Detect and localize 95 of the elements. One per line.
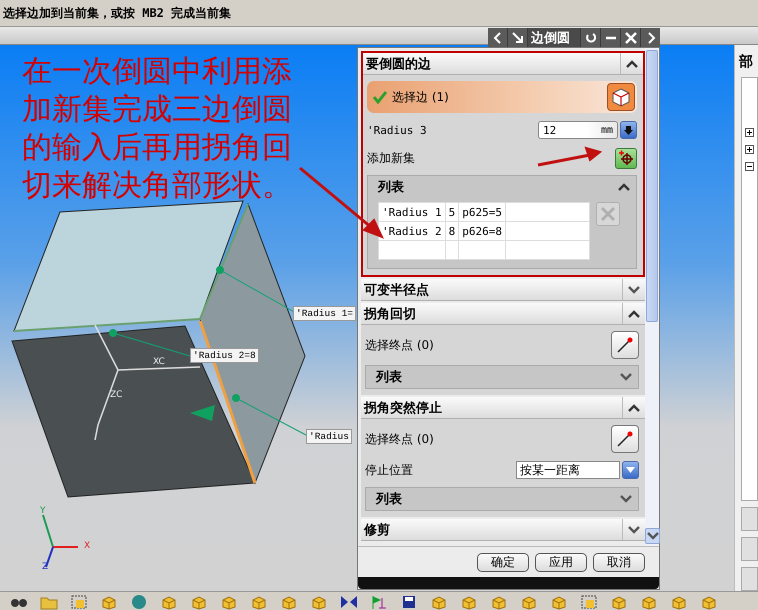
axis-label: ZC xyxy=(110,390,122,400)
diagonal-arrow-icon xyxy=(512,32,524,44)
section-header[interactable]: 拐角突然停止 xyxy=(361,397,645,419)
section-header[interactable]: 修剪 xyxy=(361,519,645,541)
cube-icon[interactable] xyxy=(460,594,478,610)
annotation-text: 在一次倒圆中利用添加新集完成三边倒圆的输入后再用拐角回切来解决角部形状。 xyxy=(22,53,293,205)
box-icon[interactable] xyxy=(580,594,598,610)
cube-icon[interactable] xyxy=(640,594,658,610)
select-edge-row[interactable]: 选择边 (1) xyxy=(367,81,637,113)
table-cell: 5 xyxy=(445,202,459,222)
axis-label: XC xyxy=(153,357,165,367)
section-header[interactable]: 拐角回切 xyxy=(361,303,645,325)
dropdown-button[interactable] xyxy=(622,461,639,479)
radius-callout: 'Radius xyxy=(306,429,352,444)
collapse-icon[interactable] xyxy=(745,162,754,171)
axis-label: Y xyxy=(40,506,46,516)
dialog-button[interactable]: 确定 xyxy=(477,552,529,572)
list-title: 列表 xyxy=(378,179,404,196)
line-point-icon xyxy=(615,429,635,449)
leader-line xyxy=(236,398,306,436)
panel-title: 部 xyxy=(738,53,754,71)
section-header[interactable]: 可变半径点 xyxy=(361,279,645,301)
forward-button[interactable] xyxy=(641,28,660,47)
cube-icon[interactable] xyxy=(670,594,688,610)
mirror-icon[interactable] xyxy=(340,594,358,610)
section-header[interactable]: 要倒圆的边 xyxy=(363,53,643,75)
axis-label: X xyxy=(84,541,90,551)
radius-label: 'Radius 3 xyxy=(367,124,427,136)
dialog-title: 边倒圆 xyxy=(528,28,580,47)
radius-callout: 'Radius 1= xyxy=(293,306,356,321)
expand-icon[interactable] xyxy=(628,286,640,294)
close-button[interactable] xyxy=(621,28,640,47)
cube-icon xyxy=(611,87,631,107)
expand-icon[interactable] xyxy=(745,145,754,154)
list-title: 列表 xyxy=(376,491,402,508)
cube-icon[interactable] xyxy=(550,594,568,610)
collapse-icon[interactable] xyxy=(628,404,640,412)
cube-icon[interactable] xyxy=(160,594,178,610)
reset-icon xyxy=(584,32,596,44)
table-cell: 8 xyxy=(445,222,459,240)
cube-icon[interactable] xyxy=(310,594,328,610)
cube-icon[interactable] xyxy=(490,594,508,610)
minimize-button[interactable] xyxy=(601,28,620,47)
reset-button[interactable] xyxy=(581,28,600,47)
down-arrow-icon xyxy=(623,124,634,136)
dialog-button[interactable]: 应用 xyxy=(535,552,587,572)
collapse-icon[interactable] xyxy=(618,183,630,191)
scroll-down-icon[interactable] xyxy=(646,532,658,540)
status-prompt: 选择边加到当前集，或按 MB2 完成当前集 xyxy=(2,4,232,22)
table-cell: 'Radius 1 xyxy=(378,202,446,222)
crosshair-plus-icon xyxy=(618,150,634,166)
list-title: 列表 xyxy=(376,369,402,386)
add-new-set-button[interactable] xyxy=(615,148,637,168)
dialog-button[interactable]: 取消 xyxy=(593,552,645,572)
cube-icon[interactable] xyxy=(190,594,208,610)
box-icon[interactable] xyxy=(70,594,88,610)
cube-icon[interactable] xyxy=(520,594,538,610)
save-icon[interactable] xyxy=(400,594,418,610)
add-set-label: 添加新集 xyxy=(367,150,415,166)
flag-icon[interactable] xyxy=(370,594,388,610)
radius-input-field[interactable]: 12 mm xyxy=(538,121,618,139)
triangle-down-icon xyxy=(625,466,636,474)
radius-callout: 'Radius 2=8 xyxy=(190,348,259,363)
collapse-icon[interactable] xyxy=(626,60,638,68)
cube-icon[interactable] xyxy=(610,594,628,610)
table-cell: p625=5 xyxy=(458,202,506,222)
cube-icon[interactable] xyxy=(220,594,238,610)
left-chevron-icon xyxy=(492,32,504,44)
cube-icon[interactable] xyxy=(700,594,718,610)
delete-icon xyxy=(600,206,616,222)
expand-icon[interactable] xyxy=(628,526,640,534)
stop-position-dropdown[interactable]: 按某一距离 xyxy=(516,461,620,479)
cube-icon[interactable] xyxy=(100,594,118,610)
back-button[interactable] xyxy=(488,28,507,47)
collapse-icon[interactable] xyxy=(628,310,640,318)
axis-triad-icon xyxy=(42,514,78,568)
table-row[interactable]: 'Radius 1 5 p625=5 xyxy=(378,202,590,222)
point-select-button[interactable] xyxy=(611,425,639,453)
cube-icon[interactable] xyxy=(430,594,448,610)
point-select-button[interactable] xyxy=(611,331,639,359)
edge-select-button[interactable] xyxy=(607,83,635,111)
close-icon xyxy=(624,32,636,44)
cube-icon[interactable] xyxy=(250,594,268,610)
line-point-icon xyxy=(615,335,635,355)
expand-icon[interactable] xyxy=(745,128,754,137)
cube-icon[interactable] xyxy=(280,594,298,610)
select-endpoint-label: 选择终点 (0) xyxy=(365,430,434,448)
scrollbar[interactable] xyxy=(645,48,659,546)
arrow-button[interactable] xyxy=(508,28,527,47)
arrow-annotation xyxy=(538,146,602,166)
stop-position-label: 停止位置 xyxy=(365,462,413,478)
table-cell: p626=8 xyxy=(458,222,506,240)
select-endpoint-label: 选择终点 (0) xyxy=(365,336,434,354)
dropdown-button[interactable] xyxy=(620,121,637,139)
select-edge-label: 选择边 (1) xyxy=(392,88,449,106)
